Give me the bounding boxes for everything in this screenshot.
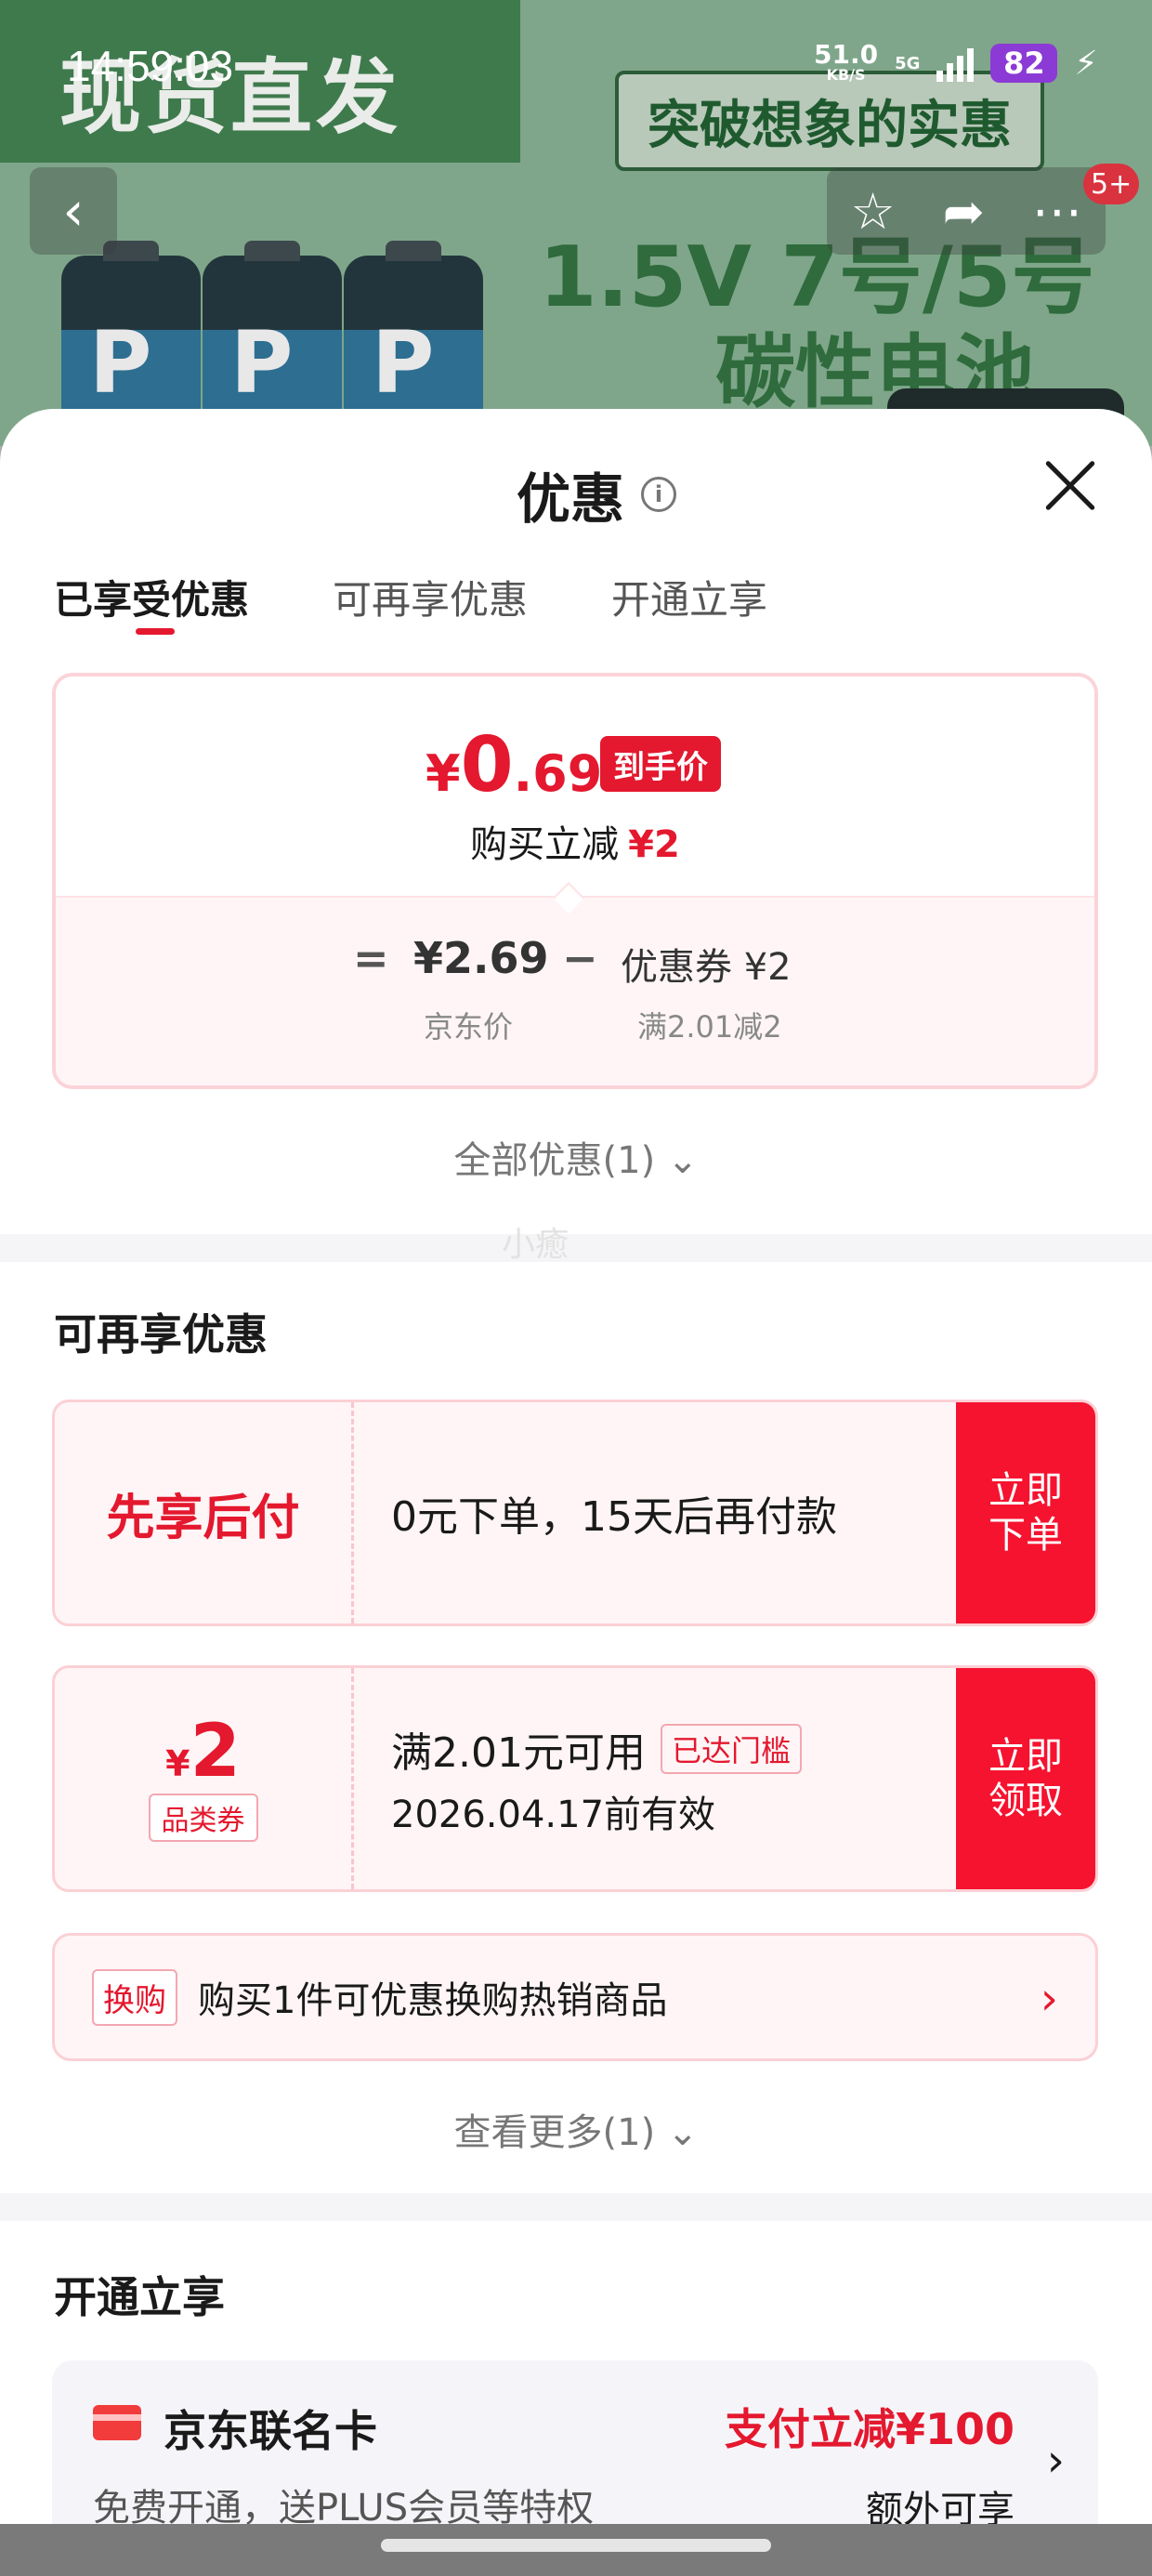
notification-badge: 5+ — [1083, 164, 1140, 204]
favorite-star-icon[interactable]: ☆ — [850, 182, 895, 241]
coupon-rule: 满2.01减2 — [637, 1009, 782, 1045]
charging-icon: ⚡ — [1074, 44, 1098, 83]
status-time: 14:59:03 — [67, 42, 234, 90]
coupon-deduction: 优惠券 ¥2 — [621, 946, 792, 989]
credit-card-icon — [93, 2405, 141, 2440]
top-actions: ☆ ➦ ⋯ — [827, 167, 1106, 255]
card-promo: 支付立减¥100 — [724, 2404, 1015, 2454]
instant-cut: 购买立减 ¥2 — [470, 823, 680, 866]
bnpl-name: 先享后付 — [106, 1490, 300, 1546]
coupon-expiry: 2026.04.17前有效 — [391, 1794, 716, 1836]
chevron-down-icon: ⌄ — [666, 2111, 699, 2154]
chevron-down-icon: ⌄ — [666, 1139, 699, 1182]
back-button[interactable]: ‹ — [30, 167, 117, 255]
jd-price: ¥2.69 — [413, 933, 549, 983]
bnpl-card: 先享后付 0元下单，15天后再付款 立即 下单 — [52, 1400, 1098, 1626]
open-enjoy-title: 开通立享 — [54, 2272, 225, 2322]
coupon-card: ¥2 品类券 满2.01元可用 已达门槛 2026.04.17前有效 立即 领取 — [52, 1665, 1098, 1892]
coupon-condition: 满2.01元可用 — [391, 1729, 646, 1777]
discount-tabs: 已享受优惠 可再享优惠 开通立享 — [54, 569, 767, 635]
card-name: 京东联名卡 — [164, 2406, 377, 2456]
banner-highlight: 突破想象的实惠 — [615, 71, 1044, 171]
final-price-tag: 到手价 — [600, 736, 721, 792]
jd-price-label: 京东价 — [424, 1009, 514, 1045]
trade-in-text: 购买1件可优惠换购热销商品 — [198, 1979, 668, 2022]
status-icons: 51.0 KB/S 5G 82 ⚡ — [814, 39, 1098, 84]
tab-enjoyed[interactable]: 已享受优惠 — [54, 569, 249, 635]
network-speed: 51.0 KB/S — [814, 39, 879, 84]
see-more-toggle[interactable]: 查看更多(1) ⌄ — [0, 2102, 1152, 2156]
home-indicator[interactable] — [381, 2539, 771, 2552]
section-divider — [0, 2193, 1152, 2221]
price-breakdown-card: ¥0.69 到手价 购买立减 ¥2 = ¥2.69 − 优惠券 ¥2 京东价 满2… — [52, 673, 1098, 1089]
section-divider — [0, 1234, 1152, 1262]
info-icon[interactable]: i — [641, 477, 677, 512]
bnpl-description: 0元下单，15天后再付款 — [391, 1493, 837, 1541]
coupon-type-badge: 品类券 — [148, 1794, 258, 1842]
co-branded-card-row[interactable]: 京东联名卡 免费开通，送PLUS会员等特权 支付立减¥100 额外可享 › — [52, 2360, 1098, 2546]
battery-icon: 82 — [990, 44, 1058, 83]
claim-coupon-button[interactable]: 立即 领取 — [956, 1668, 1095, 1889]
more-icon[interactable]: ⋯ — [1032, 182, 1082, 241]
tab-open-enjoy[interactable]: 开通立享 — [611, 569, 767, 625]
trade-in-row[interactable]: 换购 购买1件可优惠换购热销商品 › — [52, 1933, 1098, 2061]
chevron-right-icon: › — [1040, 1973, 1058, 2025]
trade-in-tag: 换购 — [92, 1968, 177, 2026]
all-discounts-toggle[interactable]: 全部优惠(1) ⌄ — [0, 1130, 1152, 1184]
discount-sheet: 优惠 i 已享受优惠 可再享优惠 开通立享 ¥0.69 到手价 购买立减 ¥2 =… — [0, 409, 1152, 2576]
share-icon[interactable]: ➦ — [943, 182, 985, 241]
threshold-badge: 已达门槛 — [660, 1724, 802, 1774]
price-formula: = ¥2.69 − 优惠券 ¥2 — [353, 933, 792, 989]
watermark: 小癒 — [502, 1226, 569, 1264]
more-offers-title: 可再享优惠 — [54, 1309, 268, 1360]
order-now-button[interactable]: 立即 下单 — [956, 1402, 1095, 1623]
sheet-title-group: 优惠 i — [517, 455, 677, 533]
tab-more-offers[interactable]: 可再享优惠 — [333, 569, 528, 625]
signal-icon — [936, 45, 975, 82]
close-icon[interactable] — [1042, 457, 1098, 513]
final-price: ¥0.69 — [425, 721, 603, 809]
chevron-right-icon: › — [1046, 2435, 1065, 2487]
coupon-amount: ¥2 — [165, 1710, 241, 1794]
sheet-title: 优惠 — [517, 467, 625, 531]
5g-icon: 5G — [895, 53, 921, 73]
